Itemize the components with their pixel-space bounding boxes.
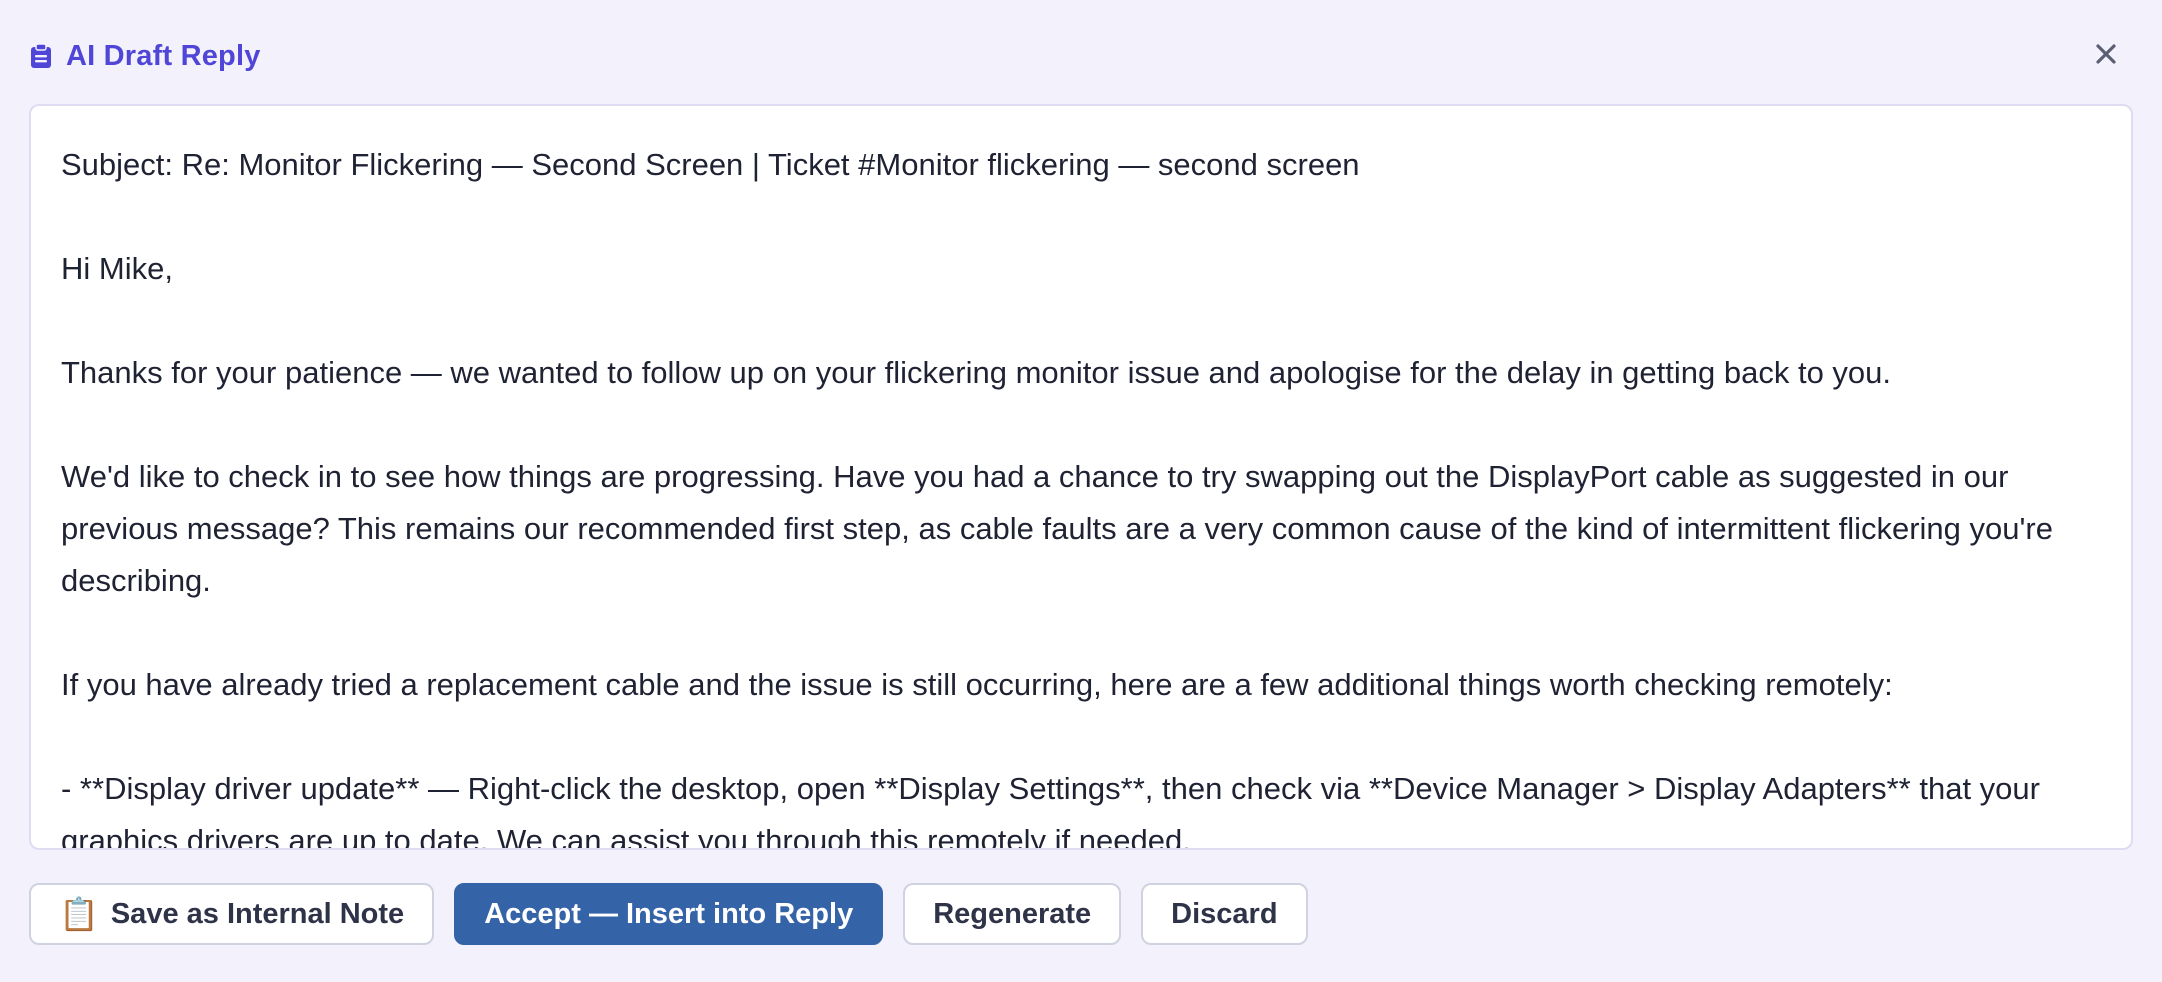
clipboard-emoji-icon: 📋	[59, 896, 99, 932]
discard-button[interactable]: Discard	[1141, 883, 1308, 945]
close-icon	[2096, 44, 2116, 64]
discard-label: Discard	[1171, 897, 1278, 930]
clipboard-icon	[31, 43, 51, 68]
panel-header: AI Draft Reply	[30, 32, 261, 80]
accept-insert-label: Accept — Insert into Reply	[484, 897, 854, 930]
ai-draft-reply-panel: AI Draft Reply Subject: Re: Monitor Flic…	[0, 0, 2162, 982]
draft-editor[interactable]: Subject: Re: Monitor Flickering — Second…	[29, 104, 2133, 850]
save-internal-note-button[interactable]: 📋 Save as Internal Note	[29, 883, 435, 945]
regenerate-button[interactable]: Regenerate	[903, 883, 1122, 945]
draft-body-text[interactable]: Subject: Re: Monitor Flickering — Second…	[31, 106, 2131, 848]
save-internal-note-label: Save as Internal Note	[110, 897, 405, 930]
regenerate-label: Regenerate	[933, 897, 1092, 930]
close-button[interactable]	[2090, 38, 2122, 70]
action-bar: 📋 Save as Internal Note Accept — Insert …	[29, 883, 1308, 945]
panel-title: AI Draft Reply	[66, 39, 261, 72]
accept-insert-button[interactable]: Accept — Insert into Reply	[454, 883, 884, 945]
